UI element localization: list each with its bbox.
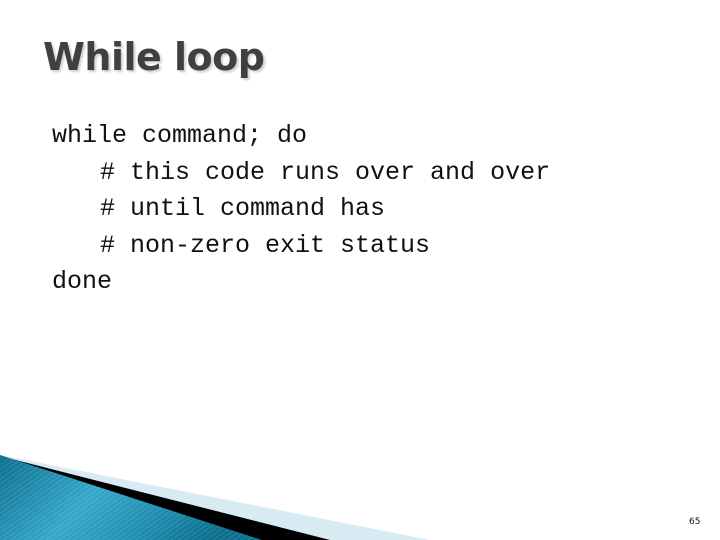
page-number: 65	[689, 517, 701, 527]
slide-title: While loop	[43, 35, 265, 79]
code-line: # this code runs over and over	[100, 157, 551, 187]
code-line: # until command has	[100, 194, 386, 224]
code-line: # non-zero exit status	[100, 230, 431, 260]
code-block: while command; do # this code runs over a…	[52, 118, 550, 301]
code-line: done	[52, 267, 113, 297]
code-line: while command; do	[52, 121, 308, 150]
